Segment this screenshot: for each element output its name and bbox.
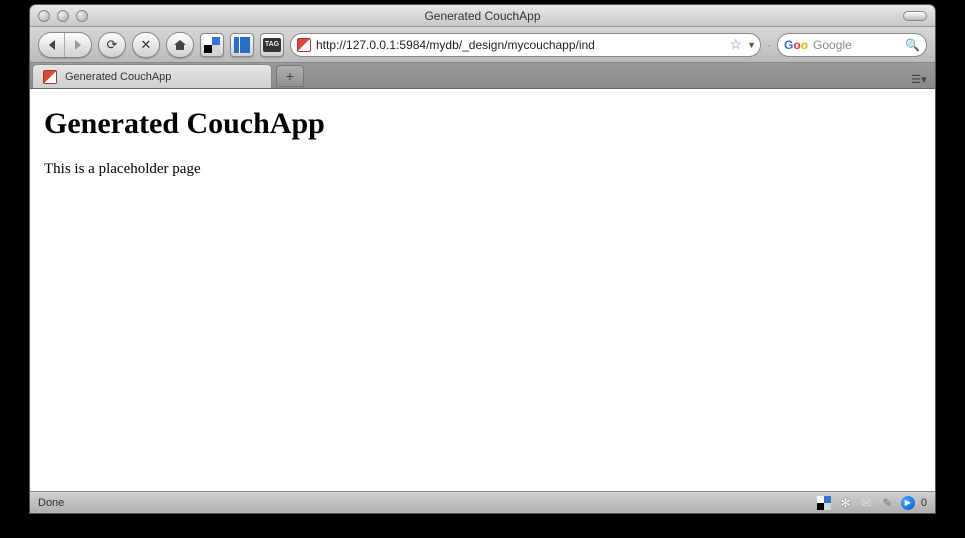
mail-icon: ✉ (861, 496, 871, 510)
plus-icon: + (286, 68, 294, 84)
wand-icon: ✎ (882, 496, 892, 510)
reload-button[interactable]: ⟳ (98, 32, 126, 58)
minimize-window-button[interactable] (57, 10, 69, 22)
google-icon: Goo (784, 38, 808, 52)
bookmark-star-icon[interactable]: ☆ (730, 36, 743, 53)
status-bar: Done ✻ ✉ ✎ ▶ 0 (30, 491, 935, 513)
stop-icon: ✕ (141, 37, 152, 53)
bookmarklet-tag[interactable]: TAG (260, 33, 284, 57)
status-count: 0 (921, 497, 927, 509)
tab-list-icon: ☰▾ (911, 73, 926, 86)
page-body-text: This is a placeholder page (44, 161, 921, 178)
page-content: Generated CouchApp This is a placeholder… (30, 89, 935, 491)
tab-bar: Generated CouchApp + ☰▾ (30, 63, 935, 89)
forward-arrow-icon (73, 39, 83, 51)
snowflake-icon: ✻ (840, 496, 850, 510)
status-delicious-button[interactable] (817, 495, 832, 510)
tab-favicon-icon (43, 70, 57, 84)
url-bar[interactable]: http://127.0.0.1:5984/mydb/_design/mycou… (290, 33, 761, 57)
status-icons: ✻ ✉ ✎ ▶ 0 (817, 495, 927, 510)
url-dropdown-icon[interactable]: ▼ (747, 40, 756, 50)
search-bar[interactable]: Goo Google 🔍 (777, 33, 927, 57)
delicious-icon (817, 496, 831, 510)
tab-active[interactable]: Generated CouchApp (32, 64, 272, 88)
status-play-button[interactable]: ▶ (901, 496, 915, 510)
stop-button[interactable]: ✕ (132, 32, 160, 58)
home-button[interactable] (166, 32, 194, 58)
play-icon: ▶ (905, 498, 911, 507)
zoom-window-button[interactable] (76, 10, 88, 22)
window-controls (38, 10, 88, 22)
back-button[interactable] (39, 33, 65, 57)
tab-label: Generated CouchApp (65, 71, 171, 83)
forward-button[interactable] (65, 33, 91, 57)
status-snowflake-button[interactable]: ✻ (838, 495, 853, 510)
status-text: Done (38, 497, 64, 509)
titlebar: Generated CouchApp (30, 5, 935, 27)
status-mail-button[interactable]: ✉ (859, 495, 874, 510)
tag-icon: TAG (263, 38, 281, 52)
search-placeholder: Google (813, 38, 900, 52)
close-window-button[interactable] (38, 10, 50, 22)
home-icon (173, 38, 187, 52)
toolbar: ⟳ ✕ TAG http://127.0.0.1:5984/mydb/_desi… (30, 27, 935, 63)
nav-buttons (38, 32, 92, 58)
toolbar-separator: · (767, 38, 771, 52)
sidebar-icon (234, 37, 250, 53)
favicon-icon (297, 38, 311, 52)
back-arrow-icon (47, 39, 57, 51)
tab-list-button[interactable]: ☰▾ (909, 70, 929, 88)
new-tab-button[interactable]: + (276, 65, 304, 87)
toolbar-toggle-button[interactable] (903, 11, 927, 21)
window-title: Generated CouchApp (30, 9, 935, 23)
bookmarklet-delicious[interactable] (200, 33, 224, 57)
search-icon: 🔍 (905, 38, 920, 52)
delicious-icon (204, 37, 220, 53)
status-wand-button[interactable]: ✎ (880, 495, 895, 510)
page-heading: Generated CouchApp (44, 107, 921, 141)
url-text: http://127.0.0.1:5984/mydb/_design/mycou… (316, 38, 725, 52)
bookmarklet-sidebar[interactable] (230, 33, 254, 57)
browser-window: Generated CouchApp ⟳ ✕ TAG (30, 5, 935, 513)
reload-icon: ⟳ (107, 37, 118, 53)
